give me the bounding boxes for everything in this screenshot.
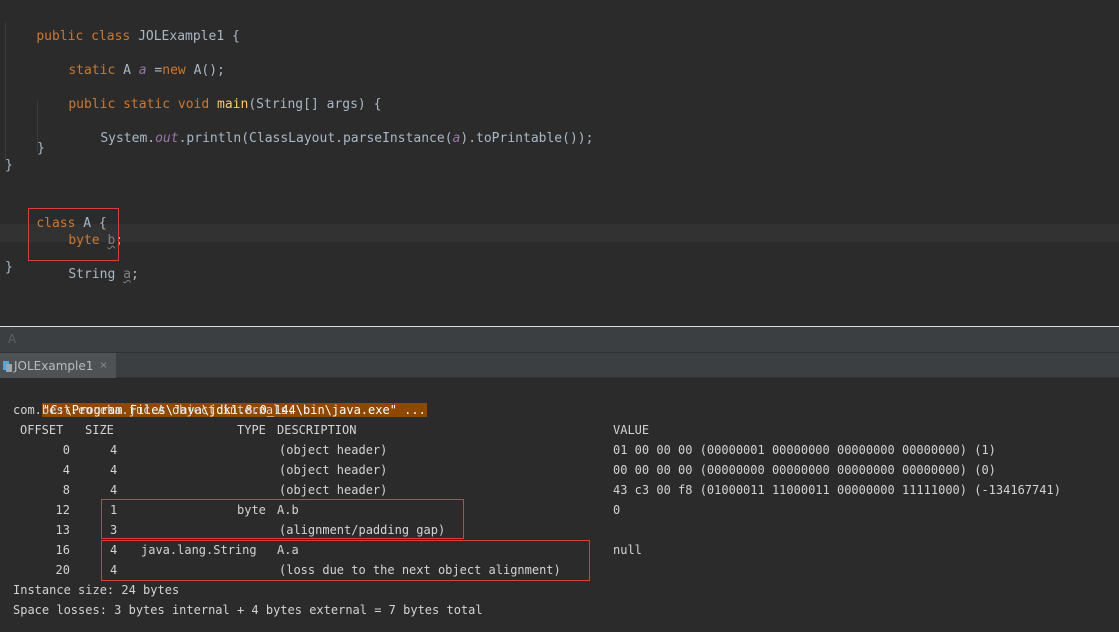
code-text: (	[241, 131, 250, 146]
offset-cell: 12	[55, 503, 70, 517]
code-editor[interactable]: public class JOLExample1 { static A a =n…	[0, 0, 1119, 326]
run-tab-label: JOLExample1	[14, 358, 94, 373]
console-output[interactable]: "C:\Program Files\Java\jdk1.8.0_144\bin\…	[0, 378, 1119, 632]
offset-cell: 16	[55, 543, 70, 557]
instance-size-text: Instance size: 24 bytes	[13, 583, 180, 597]
current-line-highlight	[0, 224, 1119, 242]
code-line-3[interactable]: public static void main(String[] args) {	[37, 69, 381, 112]
static-field: out	[155, 131, 179, 146]
value-cell: 0	[613, 503, 621, 517]
column-header-type: TYPE	[237, 423, 266, 437]
run-tab-bar: JOLExample1 ×	[0, 352, 1119, 378]
offset-cell: 20	[55, 563, 70, 577]
value-cell: null	[613, 543, 642, 557]
highlight-box	[101, 540, 590, 581]
column-header-size: SIZE	[85, 423, 114, 437]
value-cell: 00 00 00 00 (00000000 00000000 00000000 …	[613, 463, 996, 477]
code-text: .	[147, 131, 156, 146]
highlight-box	[28, 208, 119, 261]
column-header-offset: OFFSET	[20, 423, 64, 437]
breadcrumb-item[interactable]: A	[8, 332, 16, 346]
breadcrumb[interactable]: A	[0, 327, 1119, 352]
type-name: String	[68, 267, 124, 282]
close-icon[interactable]: ×	[99, 360, 107, 371]
method-call: println	[186, 131, 242, 146]
class-ref: ClassLayout	[249, 131, 336, 146]
code-text: .	[335, 131, 343, 146]
column-header-description: DESCRIPTION	[277, 423, 357, 437]
code-text: ;	[130, 267, 139, 282]
offset-cell: 4	[62, 463, 70, 477]
offset-cell: 8	[62, 483, 70, 497]
field-name: a	[123, 267, 131, 282]
code-line-10[interactable]: }	[5, 256, 13, 280]
console-command-line: "C:\Program Files\Java\jdk1.8.0_144\bin\…	[13, 380, 427, 417]
type-cell	[110, 480, 300, 500]
class-ref: System	[100, 131, 148, 146]
code-text: {	[224, 29, 240, 44]
code-text: (	[444, 131, 453, 146]
highlight-box	[101, 499, 464, 539]
console-icon	[3, 360, 12, 372]
value-cell: 43 c3 00 f8 (01000011 11000011 00000000 …	[613, 483, 1061, 497]
description-cell: (object header)	[279, 483, 388, 497]
offset-cell: 0	[62, 443, 70, 457]
offset-cell: 13	[55, 523, 70, 537]
type-cell	[110, 440, 300, 460]
method-call: toPrintable	[476, 131, 563, 146]
code-line-4[interactable]: System.out.println(ClassLayout.parseInst…	[69, 103, 593, 146]
code-line-6[interactable]: }	[5, 154, 13, 178]
code-line-1[interactable]: public class JOLExample1 {	[5, 1, 240, 44]
column-header-value: VALUE	[613, 423, 650, 437]
code-line-2[interactable]: static A a =new A();	[37, 35, 225, 78]
method-call: parseInstance	[342, 131, 445, 146]
code-text: ).	[460, 131, 477, 146]
tab-run-jolexample1[interactable]: JOLExample1 ×	[0, 353, 116, 378]
description-cell: (object header)	[279, 443, 388, 457]
description-cell: (object header)	[279, 463, 388, 477]
value-cell: 01 00 00 00 (00000001 00000000 00000000 …	[613, 443, 996, 457]
code-line-5[interactable]: }	[37, 137, 45, 161]
type-cell	[110, 460, 300, 480]
console-header: com.best.eureka.juc.A object internals:	[13, 403, 295, 417]
code-text: ());	[562, 131, 594, 146]
space-losses-text: Space losses: 3 bytes internal + 4 bytes…	[13, 603, 483, 617]
